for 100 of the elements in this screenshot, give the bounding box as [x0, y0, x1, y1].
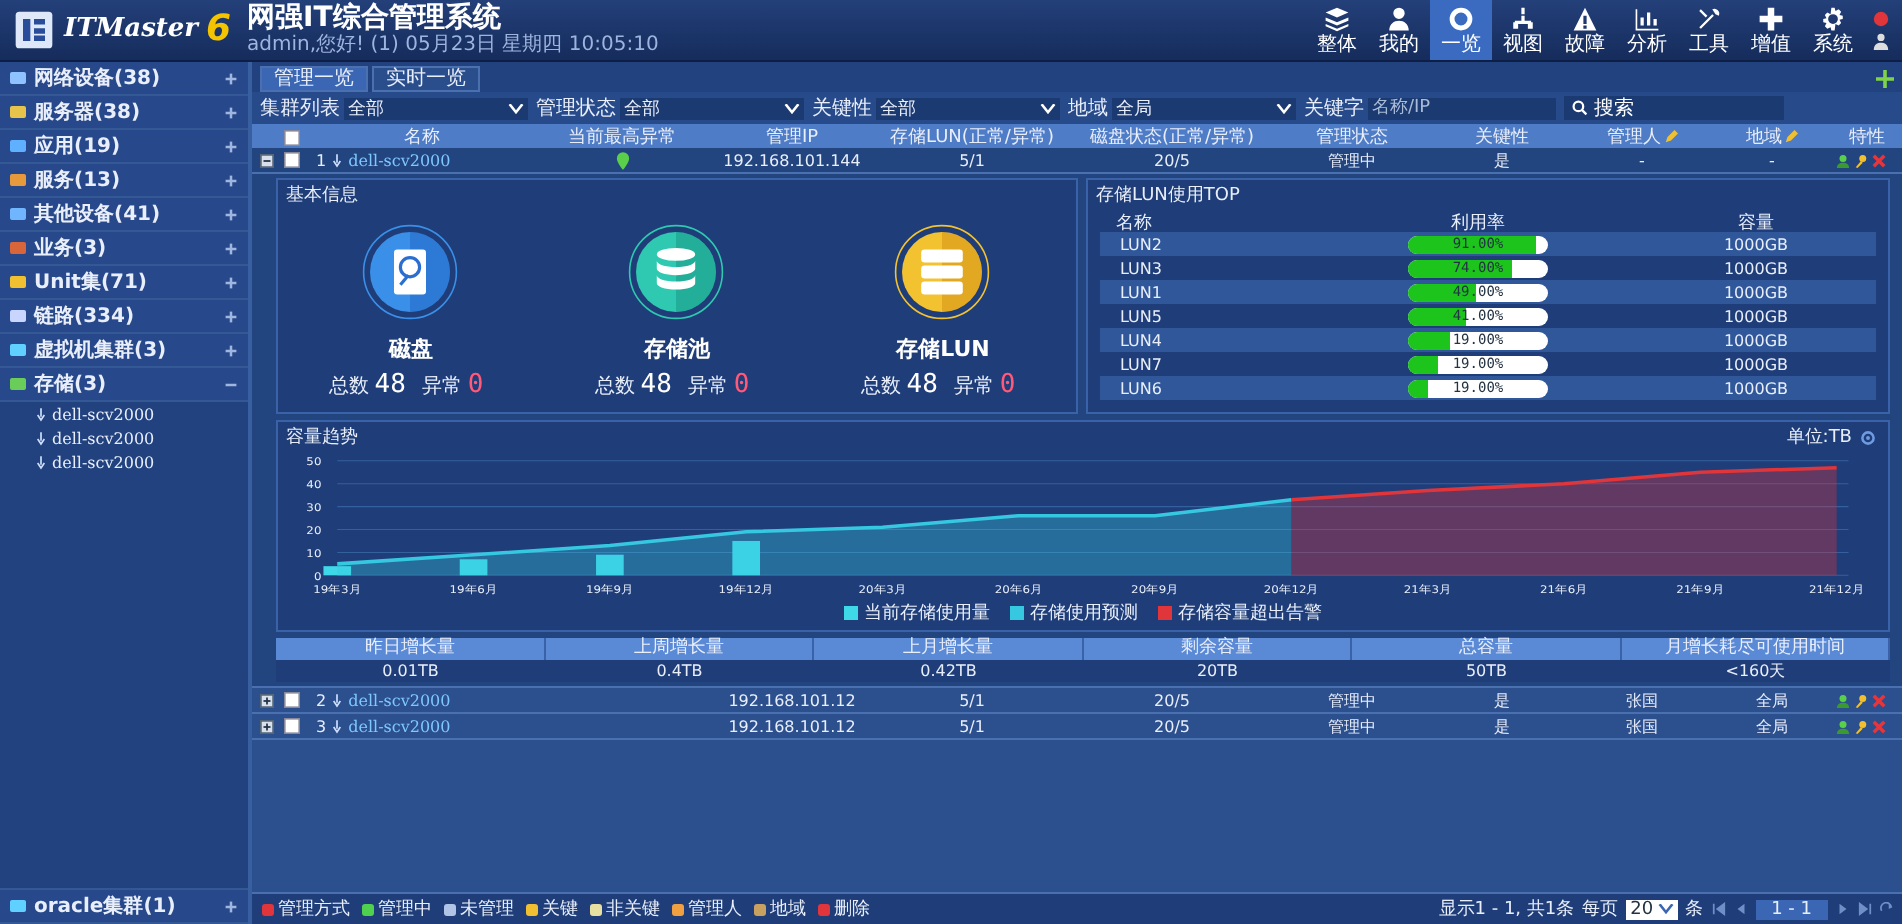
delete-icon[interactable]: [1872, 153, 1886, 167]
filter-dropdown[interactable]: 全部: [876, 97, 1060, 119]
legend-label: 管理方式: [278, 897, 350, 922]
sidebar-item[interactable]: 服务(13): [0, 164, 248, 198]
legend-label: 未管理: [460, 897, 514, 922]
table-cell-text: 管理中: [1326, 715, 1378, 737]
expand-icon[interactable]: [222, 897, 240, 915]
device-link[interactable]: dell-scv2000: [348, 691, 451, 709]
expand-icon[interactable]: [222, 69, 240, 87]
nav-button[interactable]: 我的: [1368, 0, 1430, 60]
expand-icon[interactable]: [222, 171, 240, 189]
lun-capacity: 1000GB: [1721, 283, 1791, 301]
nav-button[interactable]: 一览: [1430, 0, 1492, 60]
last-page-icon[interactable]: [1858, 902, 1872, 916]
table-row[interactable]: 1 dell-scv2000 192.168.101.144 5/1 20/5 管理中 是 - -: [252, 148, 1902, 174]
nav-button[interactable]: 系统: [1802, 0, 1864, 60]
bar: [596, 554, 624, 576]
device-link[interactable]: dell-scv2000: [348, 151, 451, 169]
lun-capacity: 1000GB: [1721, 259, 1791, 277]
checkbox[interactable]: [284, 718, 300, 734]
legend-label: 管理人: [688, 897, 742, 922]
expand-icon[interactable]: [222, 239, 240, 257]
sidebar-item[interactable]: 虚拟机集群(3): [0, 334, 248, 368]
search-button[interactable]: 搜索: [1564, 96, 1784, 120]
expand-icon[interactable]: [222, 273, 240, 291]
filter-dropdown[interactable]: 全局: [1112, 97, 1296, 119]
legend-icon: [816, 901, 832, 917]
keyword-field[interactable]: 名称/IP: [1368, 97, 1556, 119]
table-row[interactable]: 2 dell-scv2000 192.168.101.12 5/1 20/5 管理中 是 张国 全局: [252, 688, 1902, 714]
refresh-icon[interactable]: [1880, 902, 1894, 916]
expand-icon[interactable]: [260, 693, 274, 707]
panel-title: 容量趋势: [284, 425, 360, 452]
expand-icon[interactable]: [222, 137, 240, 155]
tab[interactable]: 管理一览: [260, 65, 368, 91]
table-cell-text: 管理中: [1326, 689, 1378, 711]
page-field[interactable]: 1 - 1: [1755, 899, 1828, 919]
sidebar-item[interactable]: oracle集群(1): [0, 888, 248, 924]
sidebar-item[interactable]: Unit集(71): [0, 266, 248, 300]
storage-badge-icon: [894, 223, 991, 319]
nav-button[interactable]: 分析: [1616, 0, 1678, 60]
checkbox[interactable]: [284, 129, 300, 145]
legend-icon: [588, 901, 604, 917]
add-icon[interactable]: [1876, 69, 1894, 87]
person-icon[interactable]: [1836, 153, 1850, 167]
bar: [732, 541, 760, 576]
settings-icon[interactable]: [1860, 429, 1876, 445]
per-page-dropdown[interactable]: 20: [1626, 899, 1678, 919]
key-icon[interactable]: [1854, 153, 1868, 167]
checkbox[interactable]: [284, 692, 300, 708]
expand-icon[interactable]: [222, 307, 240, 325]
sidebar-item[interactable]: 业务(3): [0, 232, 248, 266]
sidebar-item[interactable]: 存储(3): [0, 368, 248, 402]
sidebar-item[interactable]: 网络设备(38): [0, 62, 248, 96]
layers-icon: [1324, 5, 1350, 31]
error-count: 0: [999, 369, 1016, 399]
filter-dropdown[interactable]: 全部: [620, 97, 804, 119]
caret-icon: [784, 103, 800, 113]
key-icon[interactable]: [1854, 693, 1868, 707]
legend-icon: [442, 901, 458, 917]
table-cell: <160天: [1621, 660, 1890, 682]
nav-button[interactable]: 增值: [1740, 0, 1802, 60]
sidebar-item[interactable]: 应用(19): [0, 130, 248, 164]
prev-page-icon[interactable]: [1733, 902, 1748, 916]
user-icon[interactable]: [1872, 32, 1890, 50]
first-page-icon[interactable]: [1711, 902, 1726, 916]
nav-button[interactable]: 故障: [1554, 0, 1616, 60]
tab[interactable]: 实时一览: [372, 65, 480, 91]
lun-name: LUN5: [1118, 307, 1164, 325]
table-cell: 0.01TB: [276, 660, 545, 682]
legend-label: 非关键: [606, 897, 660, 922]
pencil-icon[interactable]: [1784, 130, 1798, 144]
nav-button[interactable]: 工具: [1678, 0, 1740, 60]
person-icon[interactable]: [1836, 693, 1850, 707]
nav-button[interactable]: 整体: [1306, 0, 1368, 60]
filter-dropdown[interactable]: 全部: [344, 97, 528, 119]
sidebar-item[interactable]: 服务器(38): [0, 96, 248, 130]
device-link[interactable]: dell-scv2000: [348, 717, 451, 735]
table-cell-text: -: [1767, 151, 1777, 169]
sidebar-item[interactable]: 其他设备(41): [0, 198, 248, 232]
sidebar-item[interactable]: 链路(334): [0, 300, 248, 334]
person-icon[interactable]: [1836, 719, 1850, 733]
table-cell: 50TB: [1352, 660, 1621, 682]
table-row[interactable]: 3 dell-scv2000 192.168.101.12 5/1 20/5 管理中 是 张国 全局: [252, 714, 1902, 740]
expand-icon[interactable]: [222, 341, 240, 359]
expand-icon[interactable]: [260, 719, 274, 733]
pencil-icon[interactable]: [1663, 130, 1677, 144]
nav-button[interactable]: 视图: [1492, 0, 1554, 60]
expand-icon[interactable]: [222, 205, 240, 223]
stat-label: 总数: [860, 373, 901, 399]
expand-icon[interactable]: [222, 103, 240, 121]
arrow-down-icon: [36, 455, 46, 469]
table-cell-text: 20/5: [1152, 151, 1192, 169]
column-header: 容量: [1736, 211, 1776, 236]
column-header: 关键性: [1473, 125, 1531, 150]
collapse-icon[interactable]: [260, 153, 274, 167]
next-page-icon[interactable]: [1836, 902, 1850, 916]
key-icon[interactable]: [1854, 719, 1868, 733]
row-number: 1: [316, 151, 327, 169]
checkbox[interactable]: [284, 152, 300, 168]
search-icon: [1572, 100, 1588, 116]
